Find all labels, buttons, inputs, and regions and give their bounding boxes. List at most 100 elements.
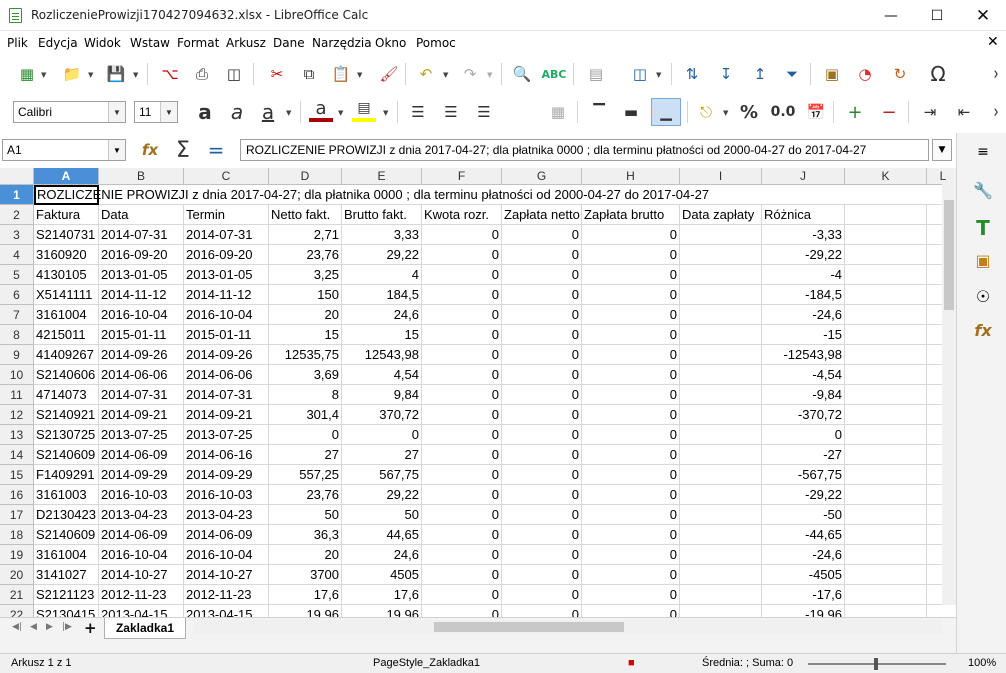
save-dropdown-icon[interactable]: ▼ (133, 71, 138, 79)
align-top-icon[interactable]: ▔ (587, 100, 611, 124)
font-size-box[interactable]: 11 ▼ (134, 101, 178, 123)
sort-ascending-icon[interactable]: ↥ (748, 62, 772, 86)
data-cell[interactable]: 2014-10-27 (99, 565, 184, 585)
data-cell[interactable]: 2014-06-06 (99, 365, 184, 385)
data-cell[interactable] (680, 325, 762, 345)
new-document-icon[interactable]: ▦ (15, 62, 39, 86)
data-cell[interactable]: 0 (502, 605, 582, 617)
data-cell[interactable]: 0 (502, 525, 582, 545)
row-header[interactable]: 2 (0, 205, 34, 225)
column-label-cell[interactable]: Kwota rozr. (422, 205, 502, 225)
data-cell[interactable]: 370,72 (342, 405, 422, 425)
data-cell[interactable]: 4505 (342, 565, 422, 585)
data-cell[interactable]: D2130423 (34, 505, 99, 525)
data-cell[interactable]: 2016-10-04 (184, 545, 269, 565)
menu-widok[interactable]: Widok (84, 36, 121, 50)
data-cell[interactable]: 8 (269, 385, 342, 405)
data-cell[interactable]: 0 (422, 365, 502, 385)
name-box-dropdown-icon[interactable]: ▼ (108, 140, 125, 160)
data-cell[interactable]: 4714073 (34, 385, 99, 405)
data-cell[interactable]: 19,96 (269, 605, 342, 617)
undo-dropdown-icon[interactable]: ▼ (443, 71, 448, 79)
column-header-e[interactable]: E (342, 168, 422, 185)
formula-icon[interactable]: = (204, 138, 228, 162)
column-label-cell[interactable]: Zapłata netto (502, 205, 582, 225)
styles-icon[interactable]: T (970, 215, 996, 241)
data-cell[interactable]: 36,3 (269, 525, 342, 545)
align-bottom-icon[interactable]: ▁ (651, 98, 681, 126)
special-character-icon[interactable]: Ω (926, 62, 950, 86)
row-header[interactable]: 22 (0, 605, 34, 617)
data-cell[interactable]: 23,76 (269, 245, 342, 265)
column-dropdown-icon[interactable]: ▼ (656, 71, 661, 79)
data-cell[interactable]: 2013-04-15 (99, 605, 184, 617)
data-cell[interactable] (680, 525, 762, 545)
data-cell[interactable]: 0 (502, 485, 582, 505)
data-cell[interactable] (680, 305, 762, 325)
data-cell[interactable]: 0 (582, 345, 680, 365)
select-all-corner[interactable] (0, 168, 34, 185)
row-header[interactable]: 12 (0, 405, 34, 425)
data-cell[interactable]: 4,54 (342, 365, 422, 385)
data-cell[interactable]: 44,65 (342, 525, 422, 545)
font-color-icon[interactable]: a (309, 98, 333, 122)
data-cell[interactable]: 27 (342, 445, 422, 465)
data-cell[interactable]: 0 (502, 545, 582, 565)
data-cell[interactable]: 0 (502, 445, 582, 465)
data-cell[interactable] (680, 465, 762, 485)
data-cell[interactable]: 2016-09-20 (99, 245, 184, 265)
data-cell[interactable]: 0 (422, 445, 502, 465)
name-box[interactable]: A1 ▼ (2, 139, 126, 161)
data-cell[interactable] (680, 225, 762, 245)
column-header-i[interactable]: I (680, 168, 762, 185)
data-cell[interactable]: 0 (422, 305, 502, 325)
spellcheck-icon[interactable]: ABC (542, 62, 567, 86)
data-cell[interactable]: 3700 (269, 565, 342, 585)
data-cell[interactable] (845, 305, 927, 325)
cell[interactable] (762, 185, 845, 205)
formula-input[interactable]: ROZLICZENIE PROWIZJI z dnia 2017-04-27; … (240, 139, 929, 161)
data-cell[interactable]: 2013-07-25 (184, 425, 269, 445)
data-cell[interactable]: 0 (422, 425, 502, 445)
data-cell[interactable] (845, 245, 927, 265)
data-cell[interactable]: 2014-07-31 (184, 385, 269, 405)
number-format-icon[interactable]: 0.0 (769, 100, 797, 124)
data-cell[interactable] (680, 385, 762, 405)
align-middle-icon[interactable]: ▬ (619, 100, 643, 124)
data-cell[interactable]: 0 (502, 265, 582, 285)
row-header[interactable]: 18 (0, 525, 34, 545)
data-cell[interactable]: -4 (762, 265, 845, 285)
data-cell[interactable] (680, 425, 762, 445)
data-cell[interactable]: 0 (422, 285, 502, 305)
data-cell[interactable]: -29,22 (762, 485, 845, 505)
highlight-dropdown-icon[interactable]: ▼ (383, 109, 388, 117)
vertical-scrollbar[interactable] (942, 184, 956, 605)
data-cell[interactable]: 2012-11-23 (184, 585, 269, 605)
data-cell[interactable]: 0 (342, 425, 422, 445)
data-cell[interactable]: 0 (502, 505, 582, 525)
data-cell[interactable]: 2013-01-05 (99, 265, 184, 285)
data-cell[interactable]: 0 (582, 585, 680, 605)
zoom-slider-knob[interactable] (874, 658, 878, 670)
column-header-l[interactable]: L (927, 168, 956, 185)
data-cell[interactable]: 29,22 (342, 485, 422, 505)
data-cell[interactable]: 29,22 (342, 245, 422, 265)
data-cell[interactable]: -184,5 (762, 285, 845, 305)
data-cell[interactable]: 0 (502, 365, 582, 385)
data-cell[interactable] (680, 565, 762, 585)
open-dropdown-icon[interactable]: ▼ (88, 71, 93, 79)
data-cell[interactable]: 2014-09-26 (184, 345, 269, 365)
data-cell[interactable]: 17,6 (269, 585, 342, 605)
data-cell[interactable]: 2014-09-21 (99, 405, 184, 425)
data-cell[interactable]: 4130105 (34, 265, 99, 285)
data-cell[interactable]: 2016-10-03 (99, 485, 184, 505)
percent-format-icon[interactable]: % (737, 100, 761, 124)
close-button[interactable]: ✕ (960, 0, 1006, 31)
data-cell[interactable]: 2013-04-15 (184, 605, 269, 617)
cell[interactable] (845, 185, 927, 205)
data-cell[interactable] (845, 225, 927, 245)
prev-sheet-icon[interactable]: ◀ (30, 622, 37, 632)
data-cell[interactable]: 2013-04-23 (99, 505, 184, 525)
data-cell[interactable]: 2014-09-21 (184, 405, 269, 425)
data-cell[interactable]: 2014-07-31 (99, 385, 184, 405)
